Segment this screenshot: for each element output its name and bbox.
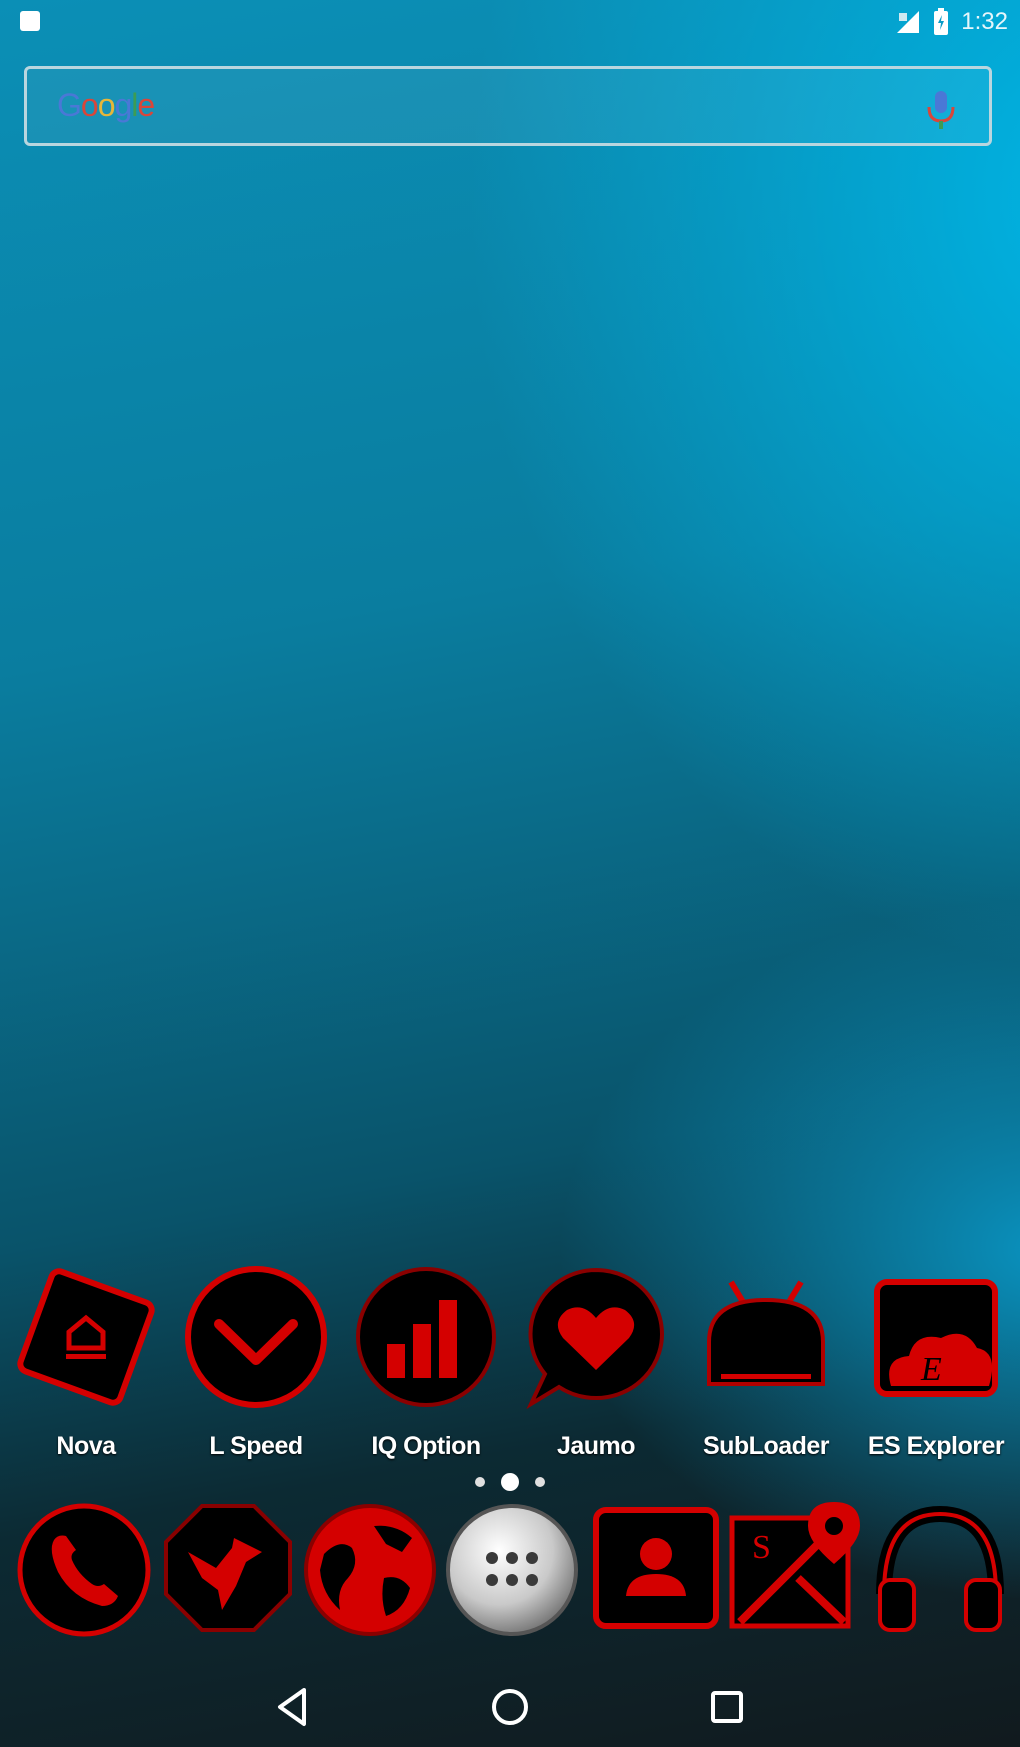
signal-icon <box>897 11 920 33</box>
app-iq-option[interactable]: IQ Option <box>346 1262 506 1461</box>
app-label: IQ Option <box>371 1432 481 1460</box>
phone-icon[interactable] <box>14 1498 154 1638</box>
heart-chat-icon[interactable] <box>521 1262 671 1412</box>
app-es-explorer[interactable]: E ES Explorer <box>856 1262 1016 1461</box>
globe-icon[interactable] <box>300 1498 440 1638</box>
app-label: Nova <box>56 1432 116 1460</box>
back-icon[interactable] <box>268 1682 318 1732</box>
page-dot <box>535 1477 545 1487</box>
contacts-icon[interactable] <box>586 1498 726 1638</box>
dock: S <box>0 1498 1020 1648</box>
chevron-down-icon[interactable] <box>181 1262 331 1412</box>
home-app-row: Nova L Speed IQ Option Jaumo SubLoader E… <box>0 1262 1020 1462</box>
app-label: L Speed <box>209 1432 303 1460</box>
status-indicators: 1:32 <box>895 6 1008 38</box>
nova-launcher-icon[interactable] <box>11 1262 161 1412</box>
page-dot-active <box>501 1473 519 1491</box>
home-icon[interactable] <box>485 1682 535 1732</box>
app-l-speed[interactable]: L Speed <box>176 1262 336 1461</box>
app-label: Jaumo <box>556 1432 636 1460</box>
maps-icon[interactable]: S <box>728 1498 868 1638</box>
cloud-folder-icon[interactable]: E <box>861 1262 1011 1412</box>
page-indicator <box>0 1470 1020 1494</box>
app-jaumo[interactable]: Jaumo <box>516 1262 676 1461</box>
navigation-bar <box>0 1670 1020 1747</box>
google-logo: Google <box>57 87 155 123</box>
bar-chart-icon[interactable] <box>351 1262 501 1412</box>
app-subloader[interactable]: SubLoader <box>686 1262 846 1461</box>
svg-text:S: S <box>752 1529 771 1566</box>
headphones-icon[interactable] <box>870 1498 1010 1638</box>
clock: 1:32 <box>961 8 1008 35</box>
mic-icon[interactable] <box>923 87 959 131</box>
app-label: SubLoader <box>702 1432 830 1460</box>
app-nova[interactable]: Nova <box>6 1262 166 1461</box>
google-search-bar[interactable]: Google <box>24 66 992 146</box>
status-bar: 1:32 <box>0 0 1020 44</box>
notification-icon <box>20 11 40 31</box>
battery-icon <box>934 8 949 35</box>
android-robot-icon[interactable] <box>691 1262 841 1412</box>
svg-text:E: E <box>920 1351 942 1388</box>
recents-icon[interactable] <box>702 1682 752 1732</box>
bird-icon[interactable] <box>158 1498 298 1638</box>
app-label: ES Explorer <box>867 1432 1005 1460</box>
app-drawer-icon[interactable] <box>442 1498 582 1638</box>
page-dot <box>475 1477 485 1487</box>
